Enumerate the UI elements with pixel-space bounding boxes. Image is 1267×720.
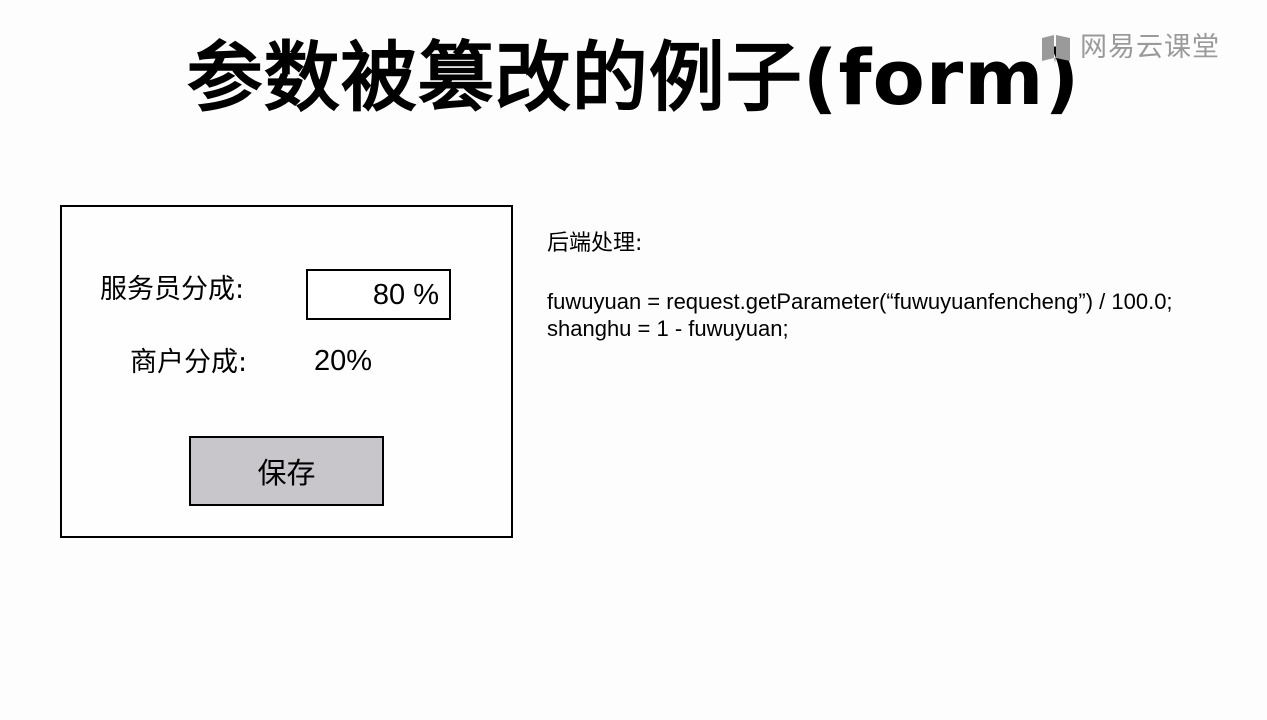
form-panel: 服务员分成: 80 % 商户分成: 20% 保存 bbox=[60, 205, 513, 538]
watermark: 网易云课堂 bbox=[1040, 30, 1220, 66]
code-line: fuwuyuan = request.getParameter(“fuwuyua… bbox=[547, 289, 1173, 314]
merchant-share-label: 商户分成: bbox=[130, 347, 248, 378]
waiter-share-value: 80 % bbox=[372, 279, 439, 311]
backend-heading: 后端处理: bbox=[547, 231, 643, 256]
waiter-share-label: 服务员分成: bbox=[100, 274, 245, 305]
watermark-brand: 网易云课堂 bbox=[1080, 32, 1220, 63]
waiter-share-input[interactable]: 80 % bbox=[306, 269, 451, 320]
save-button[interactable]: 保存 bbox=[189, 436, 384, 506]
merchant-share-value: 20% bbox=[314, 345, 373, 377]
book-icon bbox=[1042, 35, 1070, 63]
code-line: shanghu = 1 - fuwuyuan; bbox=[547, 316, 789, 341]
